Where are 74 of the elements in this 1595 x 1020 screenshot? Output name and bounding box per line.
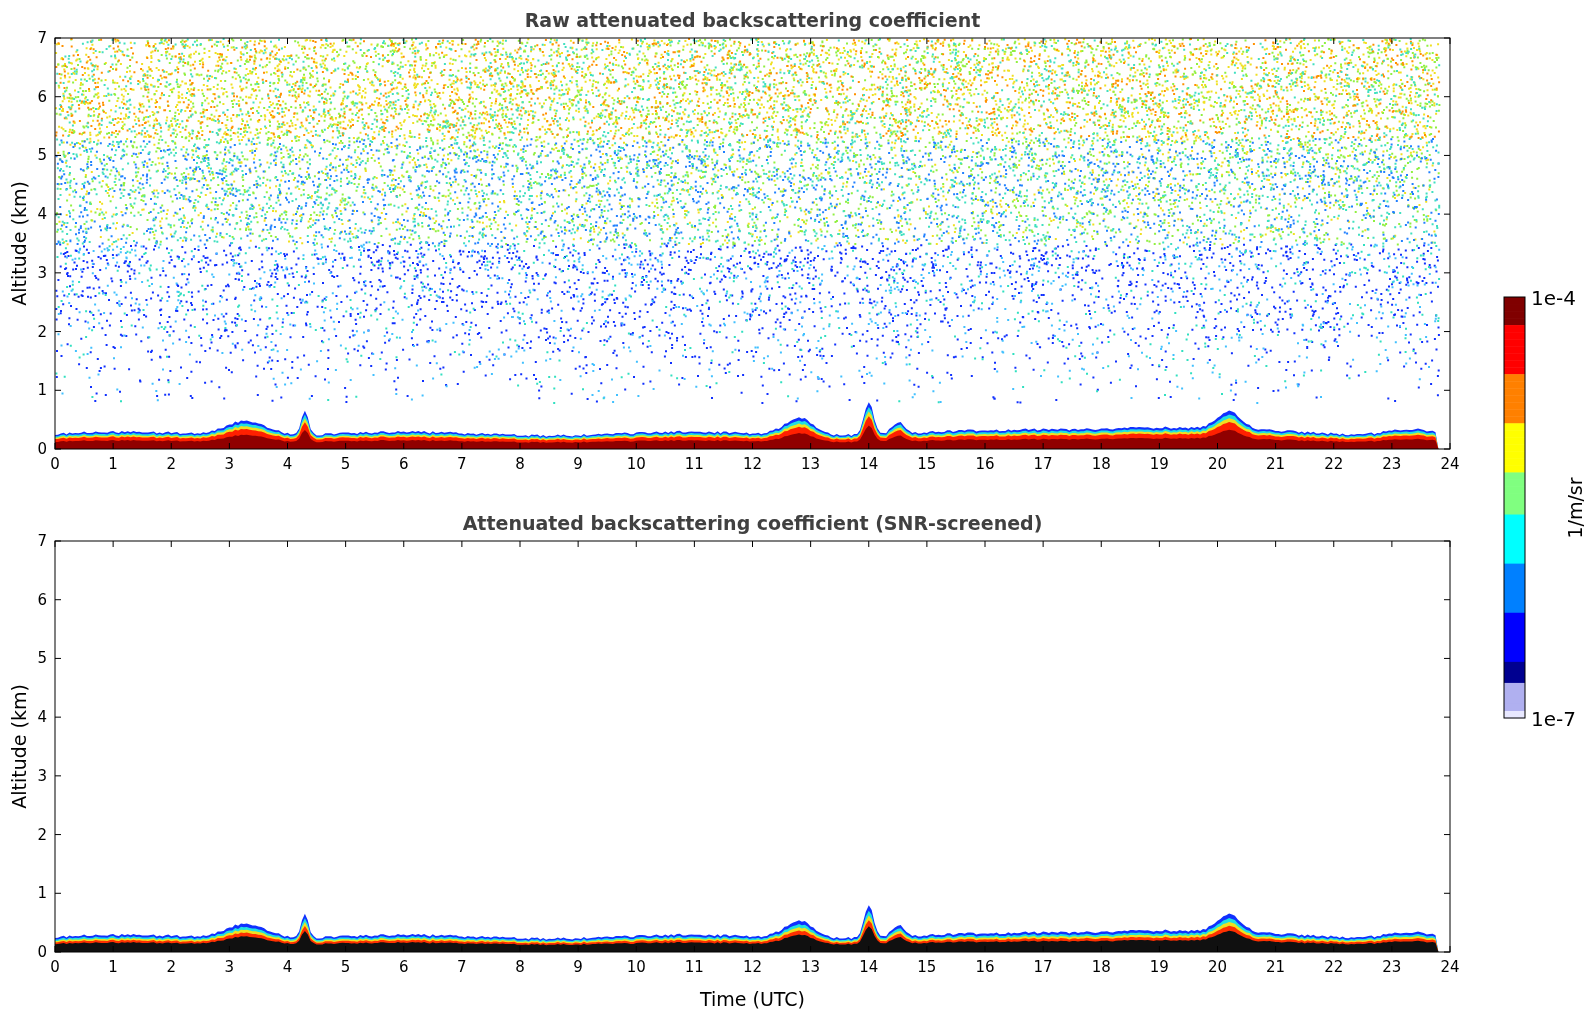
- axis-tick-label: 17: [1033, 455, 1053, 473]
- axis-tick-label: 22: [1324, 455, 1344, 473]
- axis-tick-label: 4: [37, 708, 47, 727]
- axis-tick-label: 0: [50, 455, 60, 473]
- axis-tick-label: 0: [50, 958, 60, 976]
- axis-tick-label: 1: [37, 884, 47, 903]
- axis-tick-label: 24: [1440, 958, 1460, 976]
- axis-tick-label: 2: [166, 455, 176, 473]
- axis-tick-label: 14: [859, 455, 879, 473]
- axis-tick-label: 5: [340, 958, 351, 976]
- axis-tick-label: 6: [37, 590, 47, 609]
- colorbar-tick-label: 1e-4: [1531, 286, 1576, 310]
- plot-title: Raw attenuated backscattering coefficient: [524, 9, 981, 31]
- axis-tick-label: 6: [399, 455, 409, 473]
- axis-tick-label: 5: [37, 146, 47, 165]
- axis-tick-label: 4: [282, 455, 293, 473]
- axis-tick-label: 18: [1091, 455, 1111, 473]
- axis-tick-label: 10: [626, 455, 646, 473]
- axis-tick-label: 12: [742, 455, 763, 473]
- axis-tick-label: 1: [37, 381, 47, 400]
- axis-tick-label: 16: [975, 958, 995, 976]
- axis-tick-label: 2: [37, 825, 47, 844]
- axis-tick-label: 18: [1091, 958, 1111, 976]
- axis-tick-label: 1: [108, 958, 118, 976]
- axis-tick-label: 6: [37, 87, 47, 106]
- colorbar-label: 1/m/sr: [1564, 477, 1586, 539]
- axis-tick-label: 4: [282, 958, 293, 976]
- axis-tick-label: 7: [37, 532, 47, 550]
- axis-tick-label: 2: [166, 958, 176, 976]
- axis-tick-label: 13: [801, 958, 821, 976]
- axis-tick-label: 13: [801, 455, 821, 473]
- axis-tick-label: 15: [917, 958, 937, 976]
- axis-tick-label: 3: [224, 958, 235, 976]
- axis-tick-label: 3: [37, 766, 47, 785]
- axis-tick-label: 9: [573, 455, 583, 473]
- axis-tick-label: 3: [37, 263, 47, 282]
- axis-tick-label: 17: [1033, 958, 1053, 976]
- axis-tick-label: 6: [399, 958, 409, 976]
- axis-tick-label: 21: [1266, 958, 1286, 976]
- axis-label: Altitude (km): [8, 181, 30, 306]
- axis-tick-label: 22: [1324, 958, 1344, 976]
- axis-tick-label: 4: [37, 205, 47, 224]
- axis-tick-label: 24: [1440, 455, 1460, 473]
- axis-tick-label: 8: [515, 455, 525, 473]
- axis-tick-label: 15: [917, 455, 937, 473]
- axis-tick-label: 5: [340, 455, 351, 473]
- axis-tick-label: 20: [1207, 455, 1228, 473]
- axis-tick-label: 21: [1266, 455, 1286, 473]
- axis-tick-label: 7: [457, 958, 467, 976]
- axis-tick-label: 5: [37, 649, 47, 668]
- colorbar-tick-label: 1e-7: [1531, 707, 1576, 731]
- plot-title: Attenuated backscattering coefficient (SNR-screened): [462, 512, 1043, 534]
- axis-label: Altitude (km): [8, 684, 30, 809]
- axis-tick-label: 3: [224, 455, 235, 473]
- axis-tick-label: 0: [37, 943, 47, 961]
- axis-tick-label: 11: [684, 455, 704, 473]
- axis-tick-label: 16: [975, 455, 995, 473]
- axis-tick-label: 20: [1207, 958, 1228, 976]
- axis-tick-label: 23: [1382, 455, 1402, 473]
- axis-tick-label: 12: [742, 958, 763, 976]
- axis-tick-label: 2: [37, 322, 47, 341]
- axis-tick-label: 9: [573, 958, 583, 976]
- axis-tick-label: 0: [37, 440, 47, 458]
- axis-tick-label: 19: [1149, 455, 1169, 473]
- axis-tick-label: 10: [626, 958, 646, 976]
- axis-tick-label: 1: [108, 455, 118, 473]
- axis-tick-label: 14: [859, 958, 879, 976]
- axis-tick-label: 11: [684, 958, 704, 976]
- axis-label: Time (UTC): [700, 988, 805, 1010]
- axis-tick-label: 8: [515, 958, 525, 976]
- axis-tick-label: 7: [457, 455, 467, 473]
- axis-tick-label: 19: [1149, 958, 1169, 976]
- axis-tick-label: 23: [1382, 958, 1402, 976]
- axis-tick-label: 7: [37, 29, 47, 47]
